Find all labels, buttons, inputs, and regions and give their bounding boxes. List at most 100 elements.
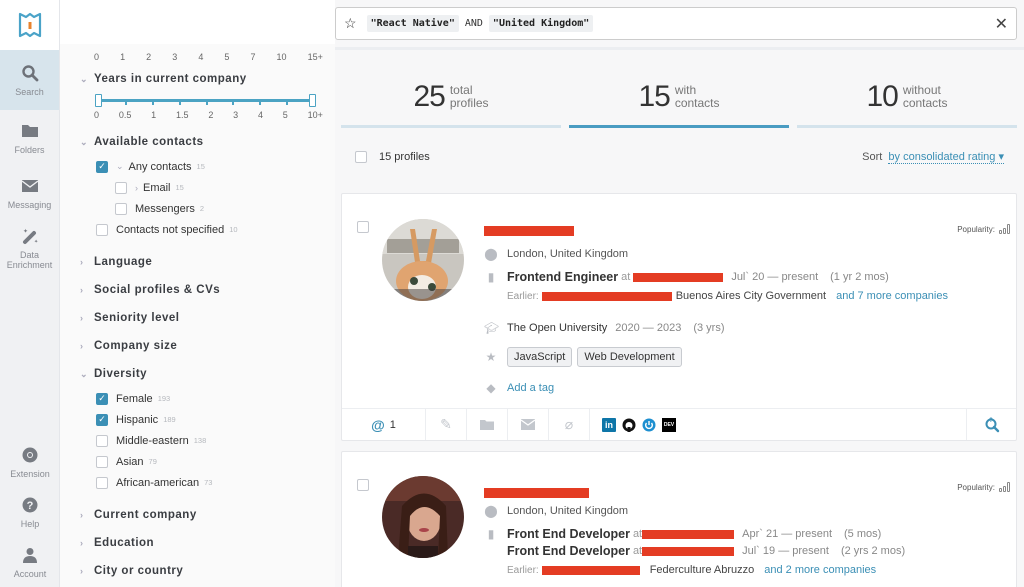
filter-diversity[interactable]: ⌄ Diversity (60, 360, 335, 388)
svg-text:?: ? (989, 418, 993, 424)
search-term-chip[interactable]: "United Kingdom" (489, 15, 593, 32)
filter-social-profiles[interactable]: › Social profiles & CVs (60, 276, 335, 304)
slider-handle-max[interactable] (309, 94, 316, 107)
result-stats-tabs: 25 totalprofiles 15 withcontacts 10 with… (341, 75, 1017, 128)
option-hispanic[interactable]: ✓ Hispanic 189 (60, 409, 335, 430)
years-range-slider[interactable] (98, 94, 313, 108)
linkedin-icon[interactable]: in (602, 418, 616, 432)
option-female[interactable]: ✓ Female 193 (60, 388, 335, 409)
send-message-button[interactable] (508, 409, 549, 440)
envelope-icon (521, 419, 535, 430)
select-all-checkbox[interactable] (355, 151, 367, 163)
company-redacted[interactable] (642, 530, 734, 539)
github-icon[interactable] (622, 418, 636, 432)
profile-name-redacted[interactable] (484, 222, 574, 240)
option-african-american[interactable]: African-american 73 (60, 472, 335, 493)
stat-number: 10 (866, 80, 897, 114)
checkbox-contacts-not-specified[interactable] (96, 224, 108, 236)
probe-contacts-button[interactable]: ? (966, 409, 1016, 440)
filter-city-or-country[interactable]: › City or country (60, 557, 335, 585)
nav-account[interactable]: Account (0, 537, 60, 587)
school-name: The Open University (507, 322, 607, 334)
checkbox-female[interactable]: ✓ (96, 393, 108, 405)
profile-name-redacted[interactable] (484, 484, 589, 502)
filter-company-size[interactable]: › Company size (60, 332, 335, 360)
checkbox-hispanic[interactable]: ✓ (96, 414, 108, 426)
filter-years-in-company[interactable]: ⌄ Years in current company (60, 68, 335, 90)
search-term-chip[interactable]: "React Native" (367, 15, 459, 32)
option-label: Middle-eastern (116, 435, 189, 447)
checkbox-asian[interactable] (96, 456, 108, 468)
search-query-input[interactable]: ☆ "React Native" AND "United Kingdom" ✕ (335, 7, 1017, 40)
nav-search[interactable]: Search (0, 50, 59, 110)
edit-button[interactable]: ✎ (426, 409, 467, 440)
nav-help[interactable]: ? Help (0, 487, 60, 537)
tab-without-contacts[interactable]: 10 withoutcontacts (797, 75, 1017, 128)
nav-data-enrichment[interactable]: ✦✦ Data Enrichment (0, 220, 59, 275)
clear-search-icon[interactable]: ✕ (995, 14, 1008, 34)
checkbox-middle-eastern[interactable] (96, 435, 108, 447)
filter-available-contacts[interactable]: ⌄ Available contacts (60, 128, 335, 156)
sort-dropdown[interactable]: by consolidated rating ▾ (888, 151, 1004, 164)
profile-actions-bar: @1 ✎ ⌀ in DEV (342, 408, 1016, 440)
add-tag-link[interactable]: Add a tag (507, 382, 554, 394)
filter-education[interactable]: › Education (60, 529, 335, 557)
filter-current-company[interactable]: › Current company (60, 501, 335, 529)
profile-avatar[interactable] (382, 219, 464, 301)
company-redacted[interactable] (642, 547, 734, 556)
checkbox-email[interactable] (115, 182, 127, 194)
attach-button[interactable]: ⌀ (549, 409, 590, 440)
checkbox-african-american[interactable] (96, 477, 108, 489)
skill-tag[interactable]: JavaScript (507, 347, 572, 367)
nav-extension[interactable]: Extension (0, 437, 60, 487)
option-label: African-american (116, 477, 199, 489)
popularity-bars-icon (999, 224, 1010, 234)
company-redacted[interactable] (633, 273, 723, 282)
job-dates: Apr` 21 — present (742, 528, 832, 540)
tab-total-profiles[interactable]: 25 totalprofiles (341, 75, 561, 128)
slider-handle-min[interactable] (95, 94, 102, 107)
skill-tag[interactable]: Web Development (577, 347, 681, 367)
app-logo[interactable] (0, 0, 59, 50)
power-profile-icon[interactable] (642, 418, 656, 432)
option-middle-eastern[interactable]: Middle-eastern 138 (60, 430, 335, 451)
nav-messaging[interactable]: Messaging (0, 165, 59, 220)
chevron-right-icon[interactable]: › (135, 183, 138, 193)
chevron-down-icon[interactable]: ⌄ (116, 161, 124, 172)
option-count: 73 (204, 478, 212, 487)
add-to-folder-button[interactable] (467, 409, 508, 440)
option-label: Email (143, 182, 171, 194)
dev-to-icon[interactable]: DEV (662, 418, 676, 432)
email-contacts-button[interactable]: @1 (342, 409, 426, 440)
star-icon[interactable]: ☆ (344, 15, 357, 32)
checkbox-messengers[interactable] (115, 203, 127, 215)
scale-tick-label: 2 (146, 52, 151, 62)
option-email[interactable]: › Email 15 (60, 177, 335, 198)
option-asian[interactable]: Asian 79 (60, 451, 335, 472)
chevron-right-icon: › (80, 257, 92, 267)
checkbox-any-contacts[interactable]: ✓ (96, 161, 108, 173)
filter-language[interactable]: › Language (60, 248, 335, 276)
job-duration: (1 yr 2 mos) (830, 271, 889, 283)
chevron-right-icon: › (80, 285, 92, 295)
option-label: Contacts not specified (116, 224, 224, 236)
option-contacts-not-specified[interactable]: Contacts not specified 10 (60, 219, 335, 240)
collapsed-filters-group-b: › Current company › Education › City or … (60, 501, 335, 585)
profile-avatar[interactable] (382, 476, 464, 558)
nav-label: Help (21, 519, 40, 529)
scale-tick-label: 0.5 (119, 110, 132, 120)
slider-tick (125, 101, 127, 105)
option-count: 193 (158, 394, 171, 403)
scale-tick-label: 0 (94, 110, 99, 120)
option-messengers[interactable]: Messengers 2 (60, 198, 335, 219)
more-companies-link[interactable]: and 7 more companies (836, 290, 948, 302)
profile-select-checkbox[interactable] (357, 479, 369, 491)
option-count: 15 (176, 183, 184, 192)
option-any-contacts[interactable]: ✓ ⌄ Any contacts 15 (60, 156, 335, 177)
profile-select-checkbox[interactable] (357, 221, 369, 233)
nav-folders[interactable]: Folders (0, 110, 59, 165)
tab-with-contacts[interactable]: 15 withcontacts (569, 75, 789, 128)
more-companies-link[interactable]: and 2 more companies (764, 564, 876, 576)
filter-seniority-level[interactable]: › Seniority level (60, 304, 335, 332)
paperclip-icon: ⌀ (565, 416, 573, 433)
